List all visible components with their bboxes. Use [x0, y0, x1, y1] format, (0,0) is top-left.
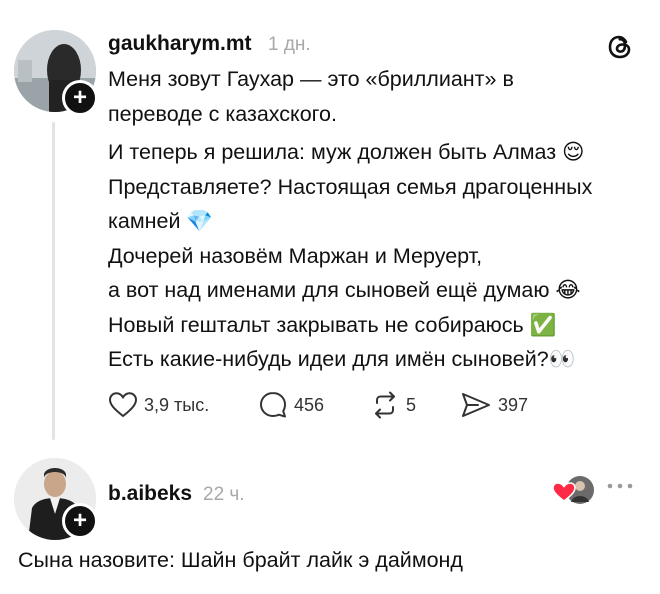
- post-line-5: а вот над именами для сыновей ещё думаю …: [108, 278, 581, 302]
- send-icon: [462, 393, 490, 417]
- follow-button[interactable]: +: [62, 80, 98, 116]
- share-button[interactable]: 397: [460, 388, 528, 422]
- follow-button[interactable]: +: [62, 503, 98, 539]
- post-line-2: И теперь я решила: муж должен быть Алмаз…: [108, 140, 585, 164]
- repost-button[interactable]: 5: [370, 388, 416, 422]
- like-button[interactable]: 3,9 тыс.: [108, 388, 209, 422]
- reply-time: 22 ч.: [203, 484, 245, 505]
- liked-by-author-icon: [551, 473, 597, 507]
- post-line-4: Дочерей назовём Маржан и Меруерт,: [108, 243, 483, 268]
- share-count: 397: [498, 394, 529, 415]
- like-count: 3,9 тыс.: [144, 394, 210, 415]
- reply-body: Сына назовите: Шайн брайт лайк э даймонд: [18, 548, 463, 572]
- post-line-6: Новый гештальт закрывать не собираюсь ✅: [108, 312, 557, 337]
- post-line-1: Меня зовут Гаухар — это «бриллиант» в пе…: [108, 67, 514, 126]
- repost-count: 5: [406, 394, 417, 415]
- threads-logo-icon[interactable]: [605, 32, 635, 62]
- comment-count: 456: [294, 394, 325, 415]
- post-username[interactable]: gaukharym.mt: [108, 32, 252, 56]
- post-line-3: Представляете? Настоящая семья драгоценн…: [108, 174, 593, 234]
- more-dots-icon[interactable]: [605, 480, 635, 492]
- reply-username[interactable]: b.aibeks: [108, 482, 192, 506]
- heart-icon: [108, 392, 138, 418]
- thread-connector-line: [52, 122, 55, 440]
- post-line-7: Есть какие-нибудь идеи для имён сыновей?…: [108, 347, 576, 371]
- post-body: Меня зовут Гаухар — это «бриллиант» в пе…: [108, 62, 638, 377]
- repost-icon: [375, 391, 395, 419]
- comment-button[interactable]: 456: [258, 388, 324, 422]
- comment-bubble-icon: [260, 392, 286, 418]
- post-time: 1 дн.: [268, 34, 311, 55]
